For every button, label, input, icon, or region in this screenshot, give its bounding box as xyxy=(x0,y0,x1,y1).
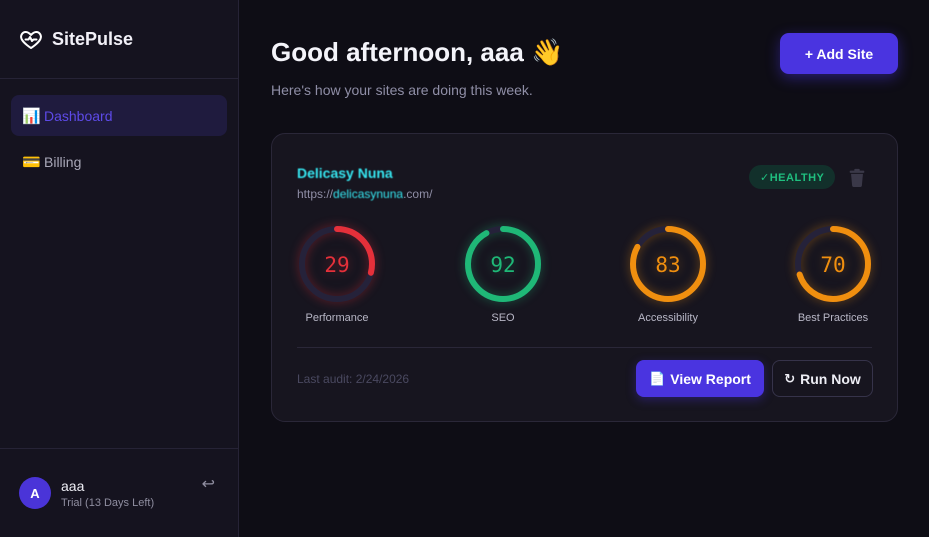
gauge-value: 70 xyxy=(820,253,845,277)
gauge-label: Accessibility xyxy=(638,312,698,324)
add-site-button[interactable]: + Add Site xyxy=(780,33,898,74)
site-card: Delicasy Nuna https://delicasynuna.com/ … xyxy=(271,133,898,422)
trash-icon[interactable] xyxy=(846,167,868,189)
site-url-suffix: .com/ xyxy=(403,187,433,201)
sidebar-item-dashboard[interactable]: 📊 Dashboard xyxy=(11,95,227,136)
sidebar: SitePulse 📊 Dashboard 💳 Billing A aaa Tr… xyxy=(0,0,239,537)
gauge-ring: 70 xyxy=(795,226,871,302)
heart-pulse-icon xyxy=(20,31,42,49)
gauge-ring: 83 xyxy=(630,226,706,302)
chart-icon: 📊 xyxy=(22,107,41,125)
score-gauges: 29 Performance 92 SEO 83 Accessibility 7… xyxy=(272,222,899,332)
gauge-label: Best Practices xyxy=(797,312,869,324)
view-report-label: View Report xyxy=(670,370,751,387)
credit-card-icon: 💳 xyxy=(22,153,41,171)
gauge-ring: 92 xyxy=(465,226,541,302)
logout-icon[interactable]: ↩ xyxy=(202,474,215,494)
avatar[interactable]: A xyxy=(19,477,51,509)
gauge-ring: 29 xyxy=(299,226,375,302)
run-now-button[interactable]: ↻ Run Now xyxy=(772,360,873,397)
site-url[interactable]: https://delicasynuna.com/ xyxy=(297,187,432,201)
sidebar-item-label: Billing xyxy=(44,153,82,170)
run-now-label: Run Now xyxy=(800,370,861,387)
gauge-label: Performance xyxy=(305,312,369,324)
gauge-performance[interactable]: 29 Performance xyxy=(287,222,387,324)
site-url-prefix: https:// xyxy=(297,187,334,201)
app: SitePulse 📊 Dashboard 💳 Billing A aaa Tr… xyxy=(0,0,929,537)
sidebar-nav: 📊 Dashboard 💳 Billing xyxy=(0,79,238,203)
user-plan: Trial (13 Days Left) xyxy=(61,496,155,509)
last-audit: Last audit: 2/24/2026 xyxy=(297,372,410,386)
gauge-best-practices[interactable]: 70 Best Practices xyxy=(783,222,883,324)
view-report-button[interactable]: 📄 View Report xyxy=(636,360,764,397)
site-name[interactable]: Delicasy Nuna xyxy=(297,165,393,181)
gauge-value: 92 xyxy=(490,253,515,277)
page-title: Good afternoon, aaa 👋 xyxy=(271,37,564,67)
gauge-value: 83 xyxy=(655,253,680,277)
gauge-value: 29 xyxy=(324,253,349,277)
sidebar-item-billing[interactable]: 💳 Billing xyxy=(11,141,227,182)
status-badge: ✓HEALTHY xyxy=(749,165,836,189)
document-icon: 📄 xyxy=(649,370,666,386)
page-subtitle: Here's how your sites are doing this wee… xyxy=(271,82,533,98)
sidebar-item-label: Dashboard xyxy=(44,107,113,124)
user-panel: A aaa Trial (13 Days Left) ↩ xyxy=(0,448,239,537)
refresh-icon: ↻ xyxy=(784,370,796,386)
user-info: aaa Trial (13 Days Left) xyxy=(61,478,154,509)
brand[interactable]: SitePulse xyxy=(0,0,238,79)
main-content: Good afternoon, aaa 👋 Here's how your si… xyxy=(240,0,929,537)
card-divider xyxy=(297,347,872,348)
brand-name: SitePulse xyxy=(52,28,134,49)
site-url-redacted: delicasynuna xyxy=(333,187,404,201)
gauge-seo[interactable]: 92 SEO xyxy=(453,222,553,324)
gauge-accessibility[interactable]: 83 Accessibility xyxy=(618,222,718,324)
gauge-label: SEO xyxy=(491,312,515,324)
user-name: aaa xyxy=(61,477,85,494)
